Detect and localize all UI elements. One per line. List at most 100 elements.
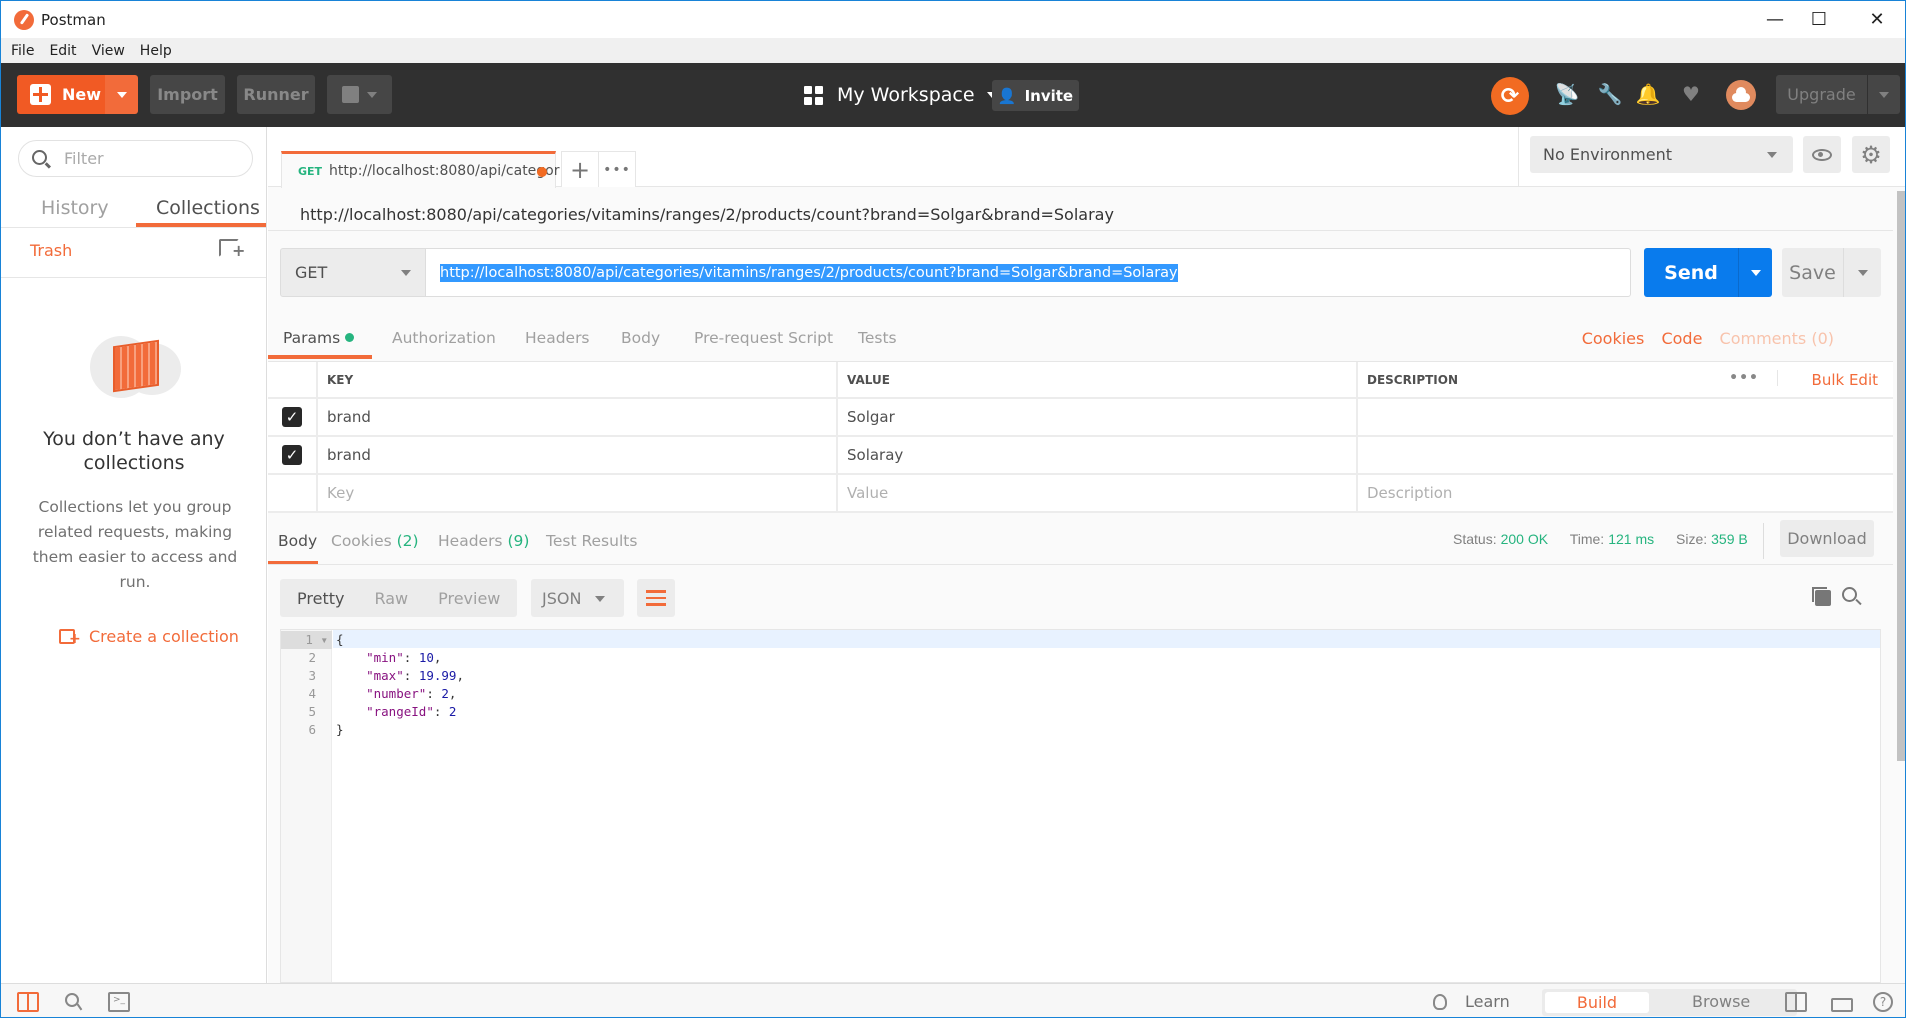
bell-icon[interactable]: 🔔 (1635, 81, 1661, 107)
comments-link[interactable]: Comments (0) (1720, 329, 1834, 348)
new-param-description-input[interactable]: Description (1358, 475, 1893, 511)
param-value[interactable]: Solaray (838, 437, 1358, 473)
upgrade-button[interactable]: Upgrade (1776, 75, 1867, 114)
wrap-lines-button[interactable] (637, 579, 675, 617)
status-label: Status: (1453, 531, 1497, 547)
new-param-value-input[interactable]: Value (838, 475, 1358, 511)
close-button[interactable]: ✕ (1849, 1, 1905, 38)
user-avatar[interactable] (1726, 80, 1756, 110)
view-preview[interactable]: Preview (438, 589, 500, 608)
method-value: GET (295, 263, 328, 282)
toggle-sidebar-icon[interactable] (17, 992, 39, 1012)
view-pretty[interactable]: Pretty (297, 589, 344, 608)
param-checkbox[interactable]: ✓ (282, 445, 302, 465)
learn-button[interactable]: Learn (1433, 992, 1510, 1011)
line-number: 2 (308, 650, 316, 665)
format-value: JSON (542, 588, 582, 608)
filter-input[interactable]: Filter (18, 140, 253, 177)
runner-button[interactable]: Runner (237, 75, 315, 114)
param-description[interactable] (1358, 437, 1893, 473)
tab-pre-request-script[interactable]: Pre-request Script (694, 329, 833, 347)
tab-params[interactable]: Params (283, 329, 355, 347)
new-tab-button[interactable]: + (561, 151, 599, 187)
menu-file[interactable]: File (11, 43, 34, 59)
param-value[interactable]: Solgar (838, 399, 1358, 435)
time-value[interactable]: 121 ms (1608, 531, 1654, 547)
invite-button[interactable]: 👤 Invite (992, 80, 1079, 111)
tab-collections[interactable]: Collections (156, 189, 260, 227)
caret-down-icon (401, 270, 411, 276)
new-button[interactable]: New (17, 75, 105, 114)
new-param-key-input[interactable]: Key (318, 475, 838, 511)
menu-edit[interactable]: Edit (49, 43, 76, 59)
workspace-switcher[interactable]: My Workspace (804, 77, 997, 113)
params-header-row: KEY VALUE DESCRIPTION ••• Bulk Edit (268, 362, 1893, 399)
window-title: Postman (41, 10, 106, 29)
param-key[interactable]: brand (318, 437, 838, 473)
new-collection-icon[interactable] (219, 239, 245, 259)
import-button[interactable]: Import (150, 75, 225, 114)
tab-body[interactable]: Body (621, 329, 660, 347)
response-body-editor[interactable]: 1 ▾ 2 3 4 5 6 { "min": 10, "max": 19.99, "num… (280, 629, 1881, 983)
download-button[interactable]: Download (1780, 520, 1874, 557)
code-link[interactable]: Code (1661, 329, 1702, 348)
request-tab[interactable]: GET http://localhost:8080/api/categor (281, 151, 560, 188)
status-bar: Learn Build Browse ? (1, 983, 1905, 1017)
new-window-button[interactable] (327, 75, 392, 114)
response-tab-cookies[interactable]: Cookies (2) (331, 532, 419, 550)
status-value[interactable]: 200 OK (1501, 531, 1548, 547)
tab-history[interactable]: History (41, 189, 109, 227)
sync-icon[interactable]: ⟳ (1491, 77, 1529, 115)
tab-tests[interactable]: Tests (858, 329, 897, 347)
satellite-icon[interactable]: 📡 (1554, 81, 1580, 107)
heart-icon[interactable]: ♥ (1678, 81, 1704, 107)
build-button[interactable]: Build (1545, 992, 1649, 1013)
request-name[interactable]: http://localhost:8080/api/categories/vit… (300, 205, 1114, 224)
save-dropdown-button[interactable] (1843, 248, 1881, 297)
param-key[interactable]: brand (318, 399, 838, 435)
vertical-scrollbar[interactable] (1897, 191, 1905, 761)
help-icon[interactable]: ? (1873, 992, 1893, 1012)
response-tab-headers[interactable]: Headers (9) (438, 532, 529, 550)
view-raw[interactable]: Raw (374, 589, 408, 608)
maximize-button[interactable]: ☐ (1791, 1, 1847, 38)
two-pane-view-icon[interactable] (1785, 992, 1807, 1012)
tab-authorization[interactable]: Authorization (392, 329, 496, 347)
bulk-edit-link[interactable]: Bulk Edit (1812, 371, 1878, 389)
trash-link[interactable]: Trash (30, 241, 72, 260)
console-icon[interactable] (108, 992, 130, 1012)
tab-headers[interactable]: Headers (525, 329, 590, 347)
keyboard-shortcuts-icon[interactable] (1831, 998, 1853, 1012)
menu-help[interactable]: Help (140, 43, 172, 59)
upgrade-dropdown-button[interactable] (1868, 75, 1900, 114)
menu-view[interactable]: View (92, 43, 125, 59)
environment-select[interactable]: No Environment (1530, 136, 1793, 173)
cookies-link[interactable]: Cookies (1582, 329, 1645, 348)
copy-icon[interactable] (1812, 587, 1831, 606)
create-collection-link[interactable]: Create a collection (59, 627, 239, 646)
send-dropdown-button[interactable] (1738, 248, 1772, 297)
param-checkbox[interactable]: ✓ (282, 407, 302, 427)
search-icon[interactable] (1842, 587, 1857, 602)
save-button[interactable]: Save (1782, 248, 1843, 297)
manage-environments-button[interactable]: ⚙ (1852, 136, 1890, 173)
browse-button[interactable]: Browse (1692, 992, 1750, 1011)
send-button[interactable]: Send (1644, 248, 1738, 297)
lightbulb-icon (1433, 993, 1447, 1010)
size-value[interactable]: 359 B (1711, 531, 1748, 547)
param-description[interactable] (1358, 399, 1893, 435)
tab-options-button[interactable]: ••• (599, 151, 636, 187)
format-select[interactable]: JSON (531, 579, 624, 617)
url-input[interactable]: http://localhost:8080/api/categories/vit… (425, 248, 1631, 297)
find-icon[interactable] (65, 993, 79, 1007)
postman-logo-icon (14, 9, 34, 30)
more-options-icon[interactable]: ••• (1729, 370, 1778, 386)
environment-quick-look-button[interactable] (1803, 136, 1841, 173)
new-dropdown-button[interactable] (105, 75, 138, 114)
code-line: "min": 10, (366, 650, 442, 665)
response-tab-test-results[interactable]: Test Results (546, 532, 637, 550)
caret-down-icon (1857, 269, 1868, 276)
response-tab-body[interactable]: Body (278, 532, 317, 550)
method-select[interactable]: GET (280, 248, 426, 297)
wrench-icon[interactable]: 🔧 (1597, 81, 1623, 107)
